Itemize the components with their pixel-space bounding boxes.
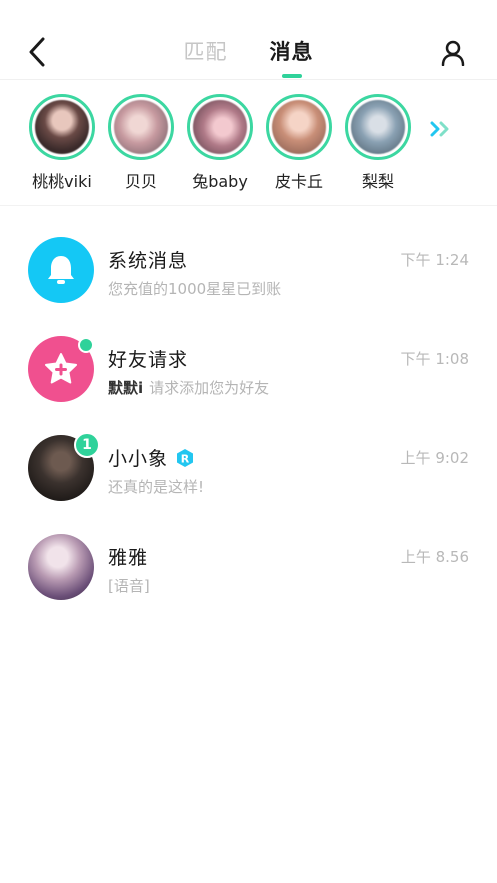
story-avatar [351,100,405,154]
user-icon [441,40,465,66]
message-preview: [语音] [108,577,150,595]
story-item[interactable]: 桃桃viki [21,94,103,192]
request-text: 请求添加您为好友 [149,379,270,397]
story-name: 皮卡丘 [274,172,323,191]
title-row: 系统消息 [108,246,188,273]
message-list: 系统消息 下午 1:24 您充值的1000星星已到账 好友请求 下午 1:08 … [0,206,497,602]
unread-count-badge: 1 [74,432,100,458]
new-indicator-dot [78,337,94,353]
message-time: 下午 1:08 [400,350,469,368]
message-time: 上午 9:02 [400,449,469,467]
story-name: 桃桃viki [32,172,92,191]
active-tab-indicator [281,74,302,78]
message-preview: 还真的是这样! [108,478,205,496]
story-avatar [272,100,326,154]
messages-screen: 匹配 消息 桃桃viki 贝贝 兔baby 皮卡丘 梨梨 系统消息 下午 1:2… [0,0,497,883]
stories-row: 桃桃viki 贝贝 兔baby 皮卡丘 梨梨 [0,80,497,206]
story-avatar [193,100,247,154]
tab-messages-label: 消息 [269,40,314,64]
svg-text:R: R [181,452,190,465]
list-item-friend-request[interactable]: 好友请求 下午 1:08 默默i 请求添加您为好友 [0,305,497,404]
story-name: 梨梨 [361,172,394,191]
story-ring [108,94,174,160]
system-avatar [28,237,94,303]
profile-button[interactable] [439,38,467,68]
message-preview: 您充值的1000星星已到账 [108,280,282,298]
story-ring [187,94,253,160]
tab-match[interactable]: 匹配 [184,36,228,66]
message-preview: 默默i 请求添加您为好友 [108,377,269,398]
story-avatar [35,100,89,154]
conversation-title: 系统消息 [108,250,189,272]
star-plus-icon [45,353,77,384]
conversation-title: 小小象 [108,448,169,470]
story-avatar [114,100,168,154]
verified-r-badge: R [176,448,194,468]
story-ring [266,94,332,160]
list-item-chat[interactable]: 1 小小象 R 上午 9:02 还真的是这样! [0,404,497,503]
tab-messages[interactable]: 消息 [269,36,314,78]
title-row: 好友请求 [108,345,188,372]
story-ring [345,94,411,160]
story-name: 贝贝 [124,172,157,191]
story-item[interactable]: 贝贝 [100,94,182,192]
story-ring [29,94,95,160]
list-item-chat[interactable]: 雅雅 上午 8.56 [语音] [0,503,497,602]
title-row: 小小象 R [108,444,194,471]
chat-avatar [28,534,94,600]
conversation-title: 好友请求 [108,349,189,371]
message-time: 下午 1:24 [400,251,469,269]
bell-icon [48,256,74,284]
request-sender: 默默i [108,379,144,397]
story-item[interactable]: 皮卡丘 [258,94,340,192]
hexagon-r-icon: R [177,448,194,467]
tab-bar: 匹配 消息 [0,36,497,78]
story-item[interactable]: 梨梨 [337,94,419,192]
title-row: 雅雅 [108,543,148,570]
story-item[interactable]: 兔baby [179,94,261,192]
more-stories-button[interactable] [428,118,454,140]
double-chevron-right-icon [430,121,449,137]
message-time: 上午 8.56 [400,548,469,566]
list-item-system[interactable]: 系统消息 下午 1:24 您充值的1000星星已到账 [0,206,497,305]
top-nav-bar: 匹配 消息 [0,0,497,80]
conversation-title: 雅雅 [108,547,149,569]
story-name: 兔baby [192,172,248,191]
